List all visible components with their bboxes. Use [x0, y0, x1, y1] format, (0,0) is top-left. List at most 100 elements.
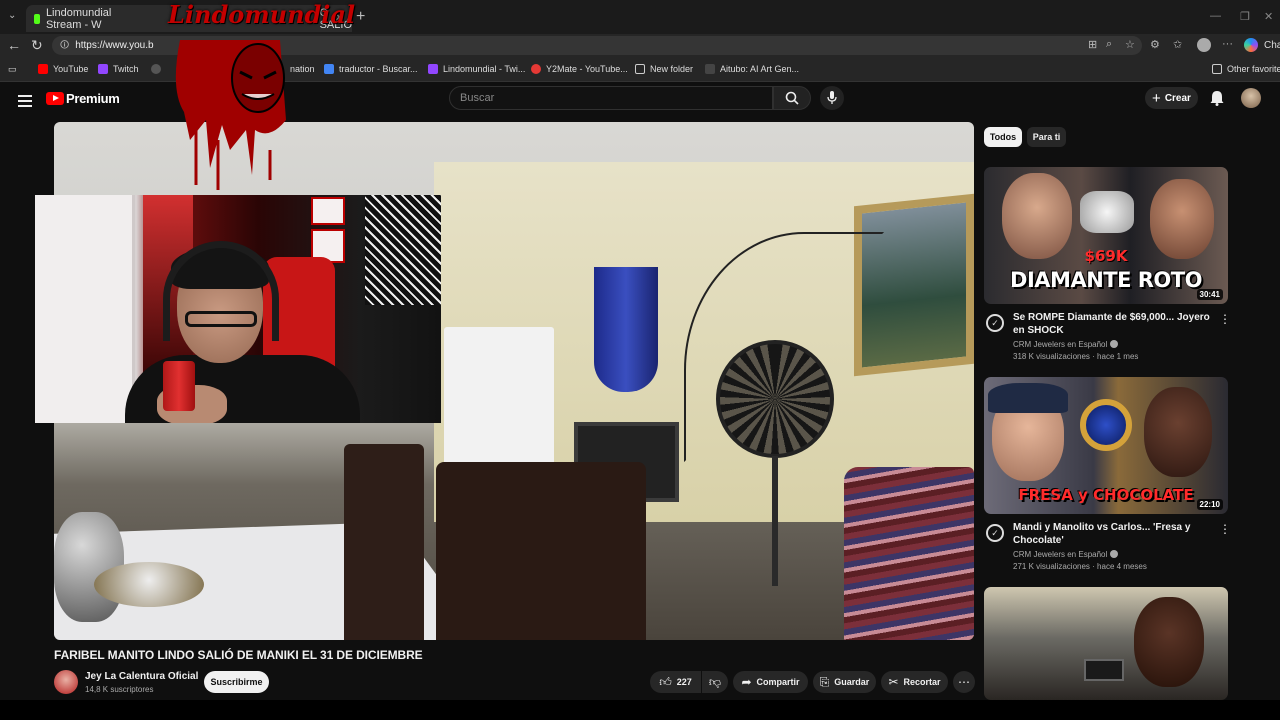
twitch-icon — [98, 64, 108, 74]
search-input[interactable] — [460, 92, 760, 104]
sidebar-video-meta: 271 K visualizaciones · hace 4 meses — [1013, 562, 1147, 571]
create-button[interactable]: + Crear — [1145, 87, 1198, 109]
channel-avatar-crm[interactable]: ✓ — [986, 524, 1004, 542]
sidebar-video-channel[interactable]: CRM Jewelers en Español — [1013, 549, 1119, 561]
chip-para-ti[interactable]: Para ti — [1027, 127, 1066, 147]
video-scene-chair — [436, 462, 646, 640]
sidebar-video-channel[interactable]: CRM Jewelers en Español — [1013, 339, 1119, 351]
copilot-icon — [1244, 38, 1258, 52]
share-button[interactable]: ➦ Compartir — [733, 671, 808, 693]
lindomundial-wordmark: Lindomundial — [168, 0, 355, 29]
bookmark-lindomundial[interactable]: Lindomundial - Twi... — [428, 64, 525, 74]
video-scene-fan-pole — [772, 456, 778, 586]
bookmark-new-folder[interactable]: New folder — [635, 64, 693, 74]
bookmark-nation[interactable]: nation — [290, 64, 315, 74]
bookmark-globe[interactable] — [151, 64, 166, 74]
other-favorites[interactable]: Other favorites — [1212, 64, 1280, 74]
like-button[interactable]: 👍︎ 227 — [650, 671, 701, 693]
channel-avatar-crm[interactable]: ✓ — [986, 314, 1004, 332]
video-duration: 22:10 — [1196, 499, 1223, 510]
create-label: Crear — [1164, 92, 1191, 104]
bookmark-twitch[interactable]: Twitch — [98, 64, 139, 74]
channel-avatar[interactable] — [54, 670, 78, 694]
search-box[interactable] — [449, 86, 773, 110]
baseball-cap-icon — [988, 383, 1068, 413]
video-scene-bowl — [94, 562, 204, 607]
copilot-button[interactable]: Cha — [1244, 38, 1280, 52]
folder-icon — [1212, 64, 1222, 74]
sidebar-video-thumbnail[interactable]: $69K DIAMANTE ROTO 30:41 — [984, 167, 1228, 304]
dislike-button[interactable]: 👎︎ — [702, 671, 728, 693]
sidebar-video-thumbnail[interactable] — [984, 587, 1228, 700]
refresh-icon[interactable]: ↻ — [31, 37, 43, 54]
twitch-icon — [428, 64, 438, 74]
video-title: FARIBEL MANITO LINDO SALIÓ DE MANIKI EL … — [54, 648, 423, 662]
bookmark-label: Lindomundial - Twi... — [443, 64, 526, 74]
chip-todos[interactable]: Todos — [984, 127, 1022, 147]
sidebar-video-meta: 318 K visualizaciones · hace 1 mes — [1013, 352, 1139, 361]
more-options-icon[interactable]: ⋮ — [1219, 312, 1231, 326]
verified-icon — [1110, 550, 1119, 558]
window-close-icon[interactable]: ✕ — [1264, 10, 1273, 23]
sidebar-video-title[interactable]: Mandi y Manolito vs Carlos... 'Fresa y C… — [1013, 521, 1213, 547]
bookmark-y2mate[interactable]: Y2Mate - YouTube... — [531, 64, 628, 74]
voice-search-button[interactable] — [820, 86, 844, 110]
collections-icon[interactable]: ▭ — [8, 64, 17, 75]
browser-menu-icon[interactable]: ··· — [1222, 38, 1233, 50]
soda-can-icon — [163, 361, 195, 411]
sidebar-video-thumbnail[interactable]: FRESA y CHOCOLATE 22:10 — [984, 377, 1228, 514]
bookmark-aitubo[interactable]: Aitubo: AI Art Gen... — [705, 64, 799, 74]
favorite-star-icon[interactable]: ☆ — [1125, 38, 1135, 51]
clip-button[interactable]: ✂ Recortar — [881, 671, 948, 693]
glasses-icon — [185, 311, 257, 327]
app-available-icon[interactable]: ⊞ — [1088, 38, 1097, 51]
plus-icon: + — [1152, 89, 1161, 107]
subscribe-button[interactable]: Suscribirme — [204, 671, 269, 693]
thumb-price-text: $69K — [1084, 247, 1128, 265]
bookmark-label: New folder — [650, 64, 694, 74]
kick-favicon-icon — [34, 13, 40, 24]
video-duration: 30:41 — [1196, 289, 1223, 300]
verified-icon — [1110, 340, 1119, 348]
youtube-icon — [38, 64, 48, 74]
bookmark-label: traductor - Buscar... — [339, 64, 418, 74]
zoom-icon[interactable]: ⌕ — [1106, 38, 1112, 51]
profile-avatar-icon[interactable] — [1197, 38, 1211, 52]
screen-bottom-bar — [0, 700, 1280, 720]
folder-icon — [635, 64, 645, 74]
sidebar-video-title[interactable]: Se ROMPE Diamante de $69,000... Joyero e… — [1013, 311, 1213, 337]
search-button[interactable] — [773, 86, 811, 110]
minimize-icon[interactable]: — — [1210, 10, 1221, 22]
more-actions-icon[interactable]: ⋯ — [953, 671, 975, 693]
globe-icon — [151, 64, 161, 74]
save-button[interactable]: ⎘ Guardar — [813, 671, 876, 693]
bookmark-youtube[interactable]: YouTube — [38, 64, 88, 74]
more-options-icon[interactable]: ⋮ — [1219, 522, 1231, 536]
car-dashboard-screen — [1084, 659, 1124, 681]
restore-icon[interactable]: ❐ — [1240, 10, 1250, 23]
thumbs-down-icon: 👎︎ — [708, 674, 722, 689]
watch-icon — [1080, 399, 1132, 451]
url-bar[interactable]: 🛈 https://www.you.b — [52, 36, 1142, 55]
bookmark-save-icon: ⎘ — [819, 674, 830, 689]
thumb-overlay-text: DIAMANTE ROTO — [1010, 268, 1202, 292]
extensions-icon[interactable]: ⚙ — [1150, 38, 1160, 51]
bookmark-label: Twitch — [113, 64, 139, 74]
guide-menu-icon[interactable] — [18, 92, 32, 110]
youtube-logo[interactable]: Premium — [46, 91, 120, 106]
subscriber-count: 14,8 K suscriptores — [85, 685, 154, 694]
site-info-icon[interactable]: 🛈 — [60, 38, 69, 54]
notifications-button[interactable] — [1210, 90, 1224, 111]
account-avatar[interactable] — [1241, 88, 1261, 108]
bookmark-traductor[interactable]: traductor - Buscar... — [324, 64, 418, 74]
new-tab-icon[interactable]: + — [356, 8, 365, 26]
tab-list-chevron-icon[interactable]: ⌄ — [8, 10, 16, 21]
tab-title: Lindomundial Stream - W — [45, 6, 112, 31]
save-label: Guardar — [834, 677, 870, 687]
copilot-label: Cha — [1264, 39, 1280, 51]
back-icon[interactable]: ← — [7, 37, 21, 53]
url-text: https://www.you.b — [75, 40, 154, 51]
video-scene-curtain — [594, 267, 658, 392]
favorites-icon[interactable]: ✩ — [1173, 38, 1182, 51]
channel-name[interactable]: Jey La Calentura Oficial — [85, 671, 198, 682]
